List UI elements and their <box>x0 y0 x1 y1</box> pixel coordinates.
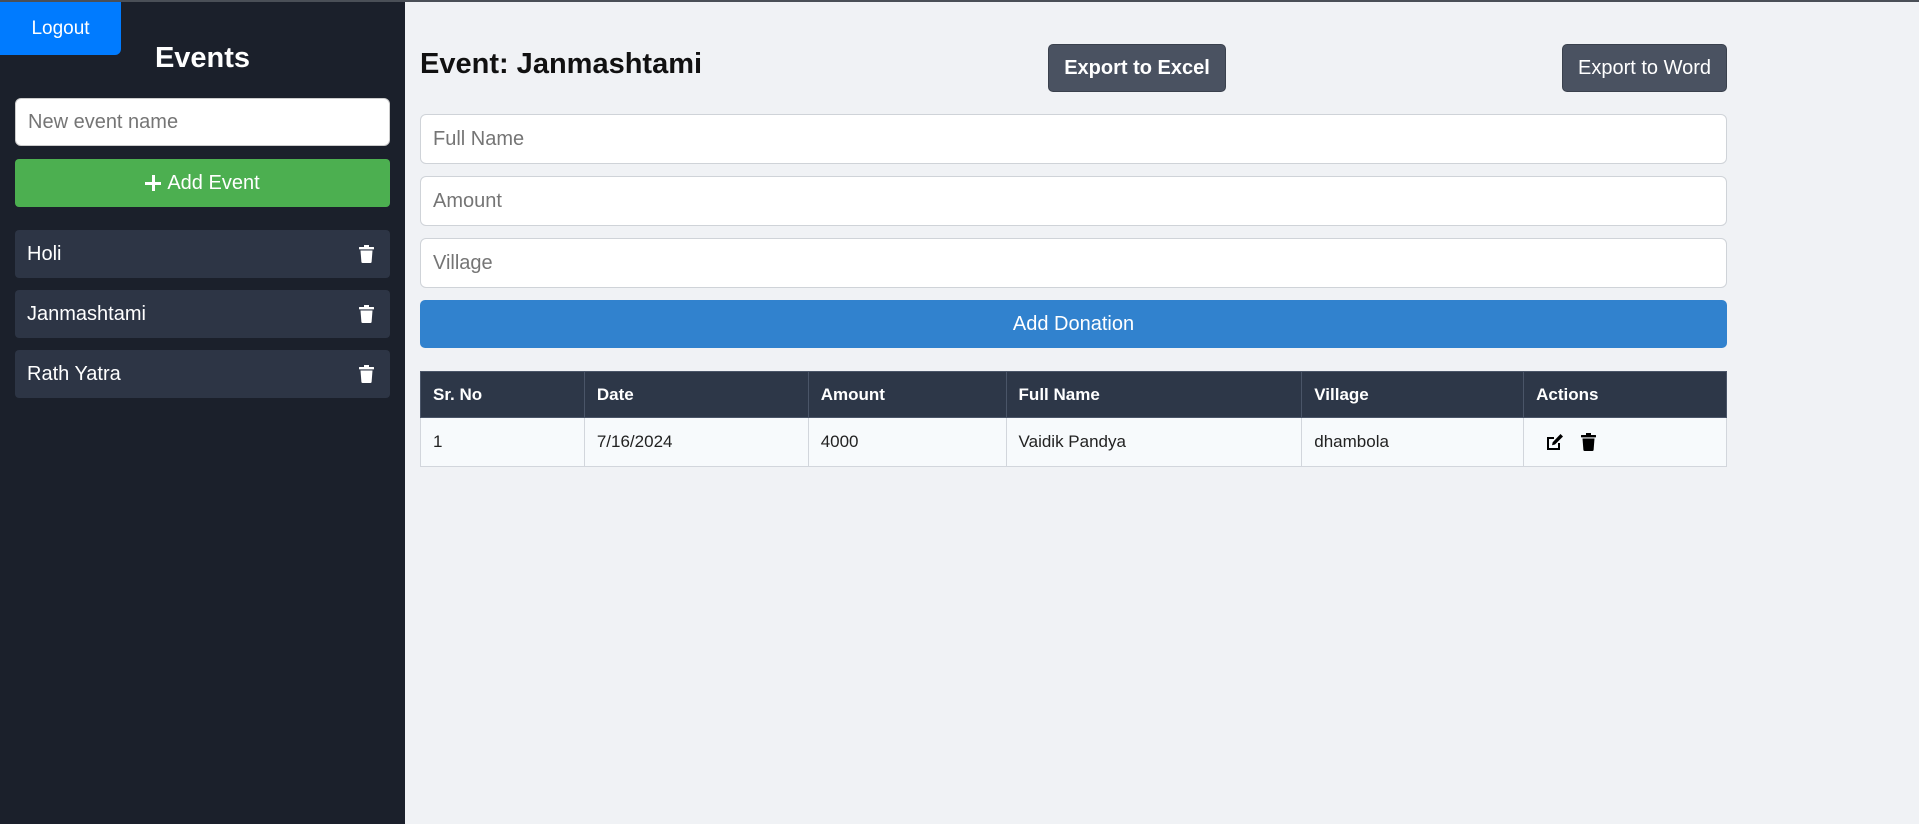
table-header-row: Sr. No Date Amount Full Name Village Act… <box>420 371 1727 418</box>
column-header-full-name: Full Name <box>1005 371 1303 418</box>
add-event-label: Add Event <box>167 171 260 194</box>
plus-icon <box>145 175 162 191</box>
column-header-amount: Amount <box>807 371 1007 418</box>
cell-date: 7/16/2024 <box>583 417 809 467</box>
event-item-label: Rath Yatra <box>27 362 121 385</box>
sidebar: Logout Events Add Event Holi Janmashtami… <box>0 2 405 824</box>
export-excel-button[interactable]: Export to Excel <box>1048 44 1226 92</box>
event-list: Holi Janmashtami Rath Yatra <box>15 230 390 410</box>
page-title: Event: Janmashtami <box>420 48 703 80</box>
cell-amount: 4000 <box>807 417 1007 467</box>
add-donation-button[interactable]: Add Donation <box>420 300 1727 348</box>
event-item-label: Holi <box>27 242 62 265</box>
village-input[interactable] <box>420 238 1727 288</box>
trash-icon[interactable] <box>354 362 378 386</box>
event-item-label: Janmashtami <box>27 302 146 325</box>
cell-actions <box>1523 417 1727 467</box>
event-item-rath-yatra[interactable]: Rath Yatra <box>15 350 390 398</box>
trash-icon[interactable] <box>1578 432 1598 452</box>
cell-full-name: Vaidik Pandya <box>1005 417 1303 467</box>
table-row: 1 7/16/2024 4000 Vaidik Pandya dhambola <box>420 417 1727 467</box>
add-event-button[interactable]: Add Event <box>15 159 390 207</box>
event-item-holi[interactable]: Holi <box>15 230 390 278</box>
trash-icon[interactable] <box>354 302 378 326</box>
sidebar-title: Events <box>154 42 251 74</box>
new-event-input[interactable] <box>15 98 390 146</box>
export-word-button[interactable]: Export to Word <box>1562 44 1727 92</box>
column-header-date: Date <box>583 371 809 418</box>
edit-icon[interactable] <box>1544 432 1564 452</box>
event-item-janmashtami[interactable]: Janmashtami <box>15 290 390 338</box>
column-header-actions: Actions <box>1523 371 1727 418</box>
cell-village: dhambola <box>1301 417 1525 467</box>
full-name-input[interactable] <box>420 114 1727 164</box>
trash-icon[interactable] <box>354 242 378 266</box>
donations-table: Sr. No Date Amount Full Name Village Act… <box>420 371 1727 467</box>
cell-sr-no: 1 <box>420 417 585 467</box>
column-header-sr-no: Sr. No <box>420 371 585 418</box>
column-header-village: Village <box>1301 371 1525 418</box>
amount-input[interactable] <box>420 176 1727 226</box>
